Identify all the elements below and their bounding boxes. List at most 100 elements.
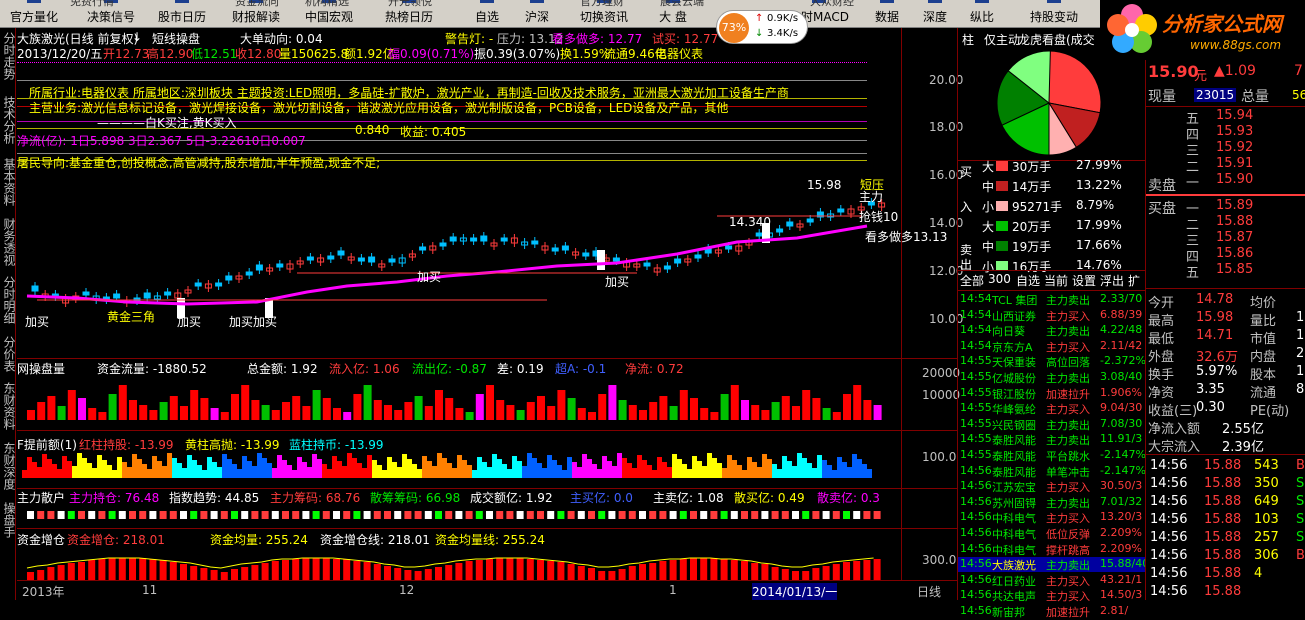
toolbar-partial-label[interactable]: 开元领悦 [388, 0, 432, 9]
volume-bar [108, 394, 117, 420]
toolbar-partial-label[interactable]: 免费行情 [70, 0, 114, 9]
alert-row[interactable]: 14:55 天保重装 高位回落 -2.372% [958, 354, 1146, 369]
alert-tab[interactable]: 全部 [960, 272, 984, 289]
heat-bar [682, 464, 687, 478]
left-nav-item[interactable]: 操盘手 [1, 502, 16, 538]
toolbar-button[interactable]: 数据 [870, 0, 904, 28]
toolbar-button[interactable]: 深度 [918, 0, 952, 28]
volume-bar [414, 396, 423, 420]
toolbar-button[interactable]: 股市日历 [153, 0, 211, 28]
alert-row[interactable]: 14:54 山西证券 主力买入 6.88/39 [958, 308, 1146, 323]
alert-type: 平台跳水 [1046, 450, 1090, 463]
retail-bar [241, 511, 249, 519]
alert-row[interactable]: 14:55 亿城股份 主力卖出 3.08/40 [958, 370, 1146, 385]
alert-row[interactable]: 14:56 泰胜风能 单笔冲击 -2.147% [958, 464, 1146, 479]
retail-bar [628, 511, 636, 519]
left-nav-item[interactable]: 财务透视 [1, 218, 16, 266]
heat-bar [357, 463, 362, 478]
toolbar-button[interactable]: 沪深 [520, 0, 554, 28]
fund-bar [200, 568, 208, 580]
alert-row[interactable]: 14:55 华峰氨纶 主力买入 9.04/30 [958, 401, 1146, 416]
toolbar-button[interactable]: 自选 [470, 0, 504, 28]
fund-bar [843, 562, 850, 580]
left-nav-item[interactable]: 分时走势 [1, 32, 16, 80]
fund-bar [781, 569, 789, 580]
toolbar-button[interactable]: 持股变动 [1025, 0, 1083, 28]
left-nav-item[interactable]: 分价表 [1, 336, 16, 372]
tick-vol: 257 [1254, 530, 1279, 545]
retail-bar [690, 511, 697, 519]
alert-row[interactable]: 14:54 向日葵 主力卖出 4.22/48 [958, 323, 1146, 338]
toolbar-partial-label[interactable]: 晨会云端 [660, 0, 704, 9]
heat-bar [207, 457, 212, 478]
fund-bar [802, 571, 810, 580]
tick-side: B [1296, 458, 1305, 473]
alert-tab[interactable]: 浮出 [1100, 272, 1124, 289]
period-label[interactable]: 日线 [917, 583, 941, 600]
mid-tab[interactable]: 龙虎看盘(成交 [1018, 31, 1095, 48]
left-nav-item[interactable]: 东财资料 [1, 382, 16, 430]
fund-bar [577, 566, 585, 580]
chart-label-annotation: 加买 [177, 315, 202, 329]
heat-bar [487, 467, 492, 478]
alert-tab[interactable]: 扩 [1128, 272, 1140, 289]
alert-row[interactable]: 14:56 红日药业 主力买入 43.21/1 [958, 573, 1146, 588]
left-nav-item[interactable]: 东财深度 [1, 442, 16, 490]
heat-bar [107, 465, 112, 478]
total-vol-label: 总量 [1241, 89, 1269, 105]
toolbar-partial-label[interactable]: 官方理财 [580, 0, 624, 9]
stat-value: 14.71 [1196, 328, 1234, 343]
chart-area[interactable]: 大族激光(日线 前复权) ↓ 短线操盘 大单动向: 0.04 警告灯: - 压力: 13.… [17, 28, 963, 600]
heat-bar [132, 454, 137, 478]
mid-tab[interactable]: 仅主动 [984, 31, 1020, 48]
heat-bar [197, 465, 202, 478]
retail-bar [404, 511, 412, 519]
left-nav-item[interactable]: 技术分析 [1, 96, 16, 144]
candle-body [449, 236, 457, 242]
alert-row[interactable]: 14:55 兴民钢圈 主力卖出 7.08/30 [958, 417, 1146, 432]
alert-row[interactable]: 14:56 中科电气 撑杆跳高 2.209% [958, 542, 1146, 557]
toolbar-partial-label[interactable]: 大众财经 [810, 0, 854, 9]
toolbar-button[interactable]: 官方量化 [5, 0, 63, 28]
candle-body [82, 291, 90, 296]
alert-row[interactable]: 14:56 中科电气 低位反弹 2.209% [958, 526, 1146, 541]
alert-tab[interactable]: 自选 [1016, 272, 1040, 289]
toolbar-partial-label[interactable]: 机构精选 [305, 0, 349, 9]
net-speed-widget[interactable]: 73% ↑ 0.9K/s ↓ 3.4K/s [716, 10, 808, 44]
alert-tab[interactable]: 当前 [1044, 272, 1068, 289]
left-nav-item[interactable]: 基本资料 [1, 158, 16, 206]
alert-row[interactable]: 14:55 泰胜风能 主力卖出 11.91/3 [958, 432, 1146, 447]
heat-bar [787, 461, 792, 478]
alert-row[interactable]: 14:55 银江股份 加速拉升 1.906% [958, 386, 1146, 401]
alert-row[interactable]: 14:54 京东方A 主力买入 2.11/42 [958, 339, 1146, 354]
order-pct: 13.22% [1076, 178, 1122, 192]
alert-row[interactable]: 14:56 新宙邦 加速拉升 2.81/ [958, 604, 1146, 619]
alert-row[interactable]: 14:56 中科电气 主力买入 13.20/3 [958, 510, 1146, 525]
heat-bar [277, 455, 282, 478]
heat-bar [32, 462, 37, 478]
alert-time: 14:56 [960, 557, 992, 571]
toolbar-button[interactable]: 纵比 [965, 0, 999, 28]
mid-tab[interactable]: 柱 [962, 31, 974, 48]
retail-bar [853, 511, 861, 519]
tick-price: 15.88 [1204, 548, 1242, 563]
alert-type: 主力卖出 [1046, 418, 1090, 432]
heat-bar [42, 454, 47, 478]
alert-tab[interactable]: 设置 [1072, 272, 1096, 289]
pie-slice [1048, 50, 1102, 114]
retail-bar [312, 511, 320, 519]
alert-row[interactable]: 14:54 TCL 集团 主力卖出 2.33/70 [958, 292, 1146, 307]
alert-row[interactable]: 14:55 泰胜风能 平台跳水 -2.147% [958, 448, 1146, 463]
left-nav-item[interactable]: 分时明细 [1, 276, 16, 324]
alert-row[interactable]: 14:56 江苏宏宝 主力买入 30.50/3 [958, 479, 1146, 494]
heat-bar [407, 459, 412, 478]
retail-bar [27, 511, 34, 519]
fund-bar [363, 562, 371, 580]
retail-bar [792, 511, 799, 519]
alert-row[interactable]: 14:56 共达电声 主力买入 14.50/3 [958, 588, 1146, 603]
heat-bar [402, 454, 407, 478]
alert-row[interactable]: 14:56 大族激光 主力卖出 15.88/40 [958, 557, 1146, 573]
alert-row[interactable]: 14:56 苏州固锝 主力卖出 7.01/32 [958, 495, 1146, 510]
alert-tab[interactable]: 300 [988, 272, 1011, 286]
toolbar-partial-label[interactable]: 资金流向 [235, 0, 279, 9]
